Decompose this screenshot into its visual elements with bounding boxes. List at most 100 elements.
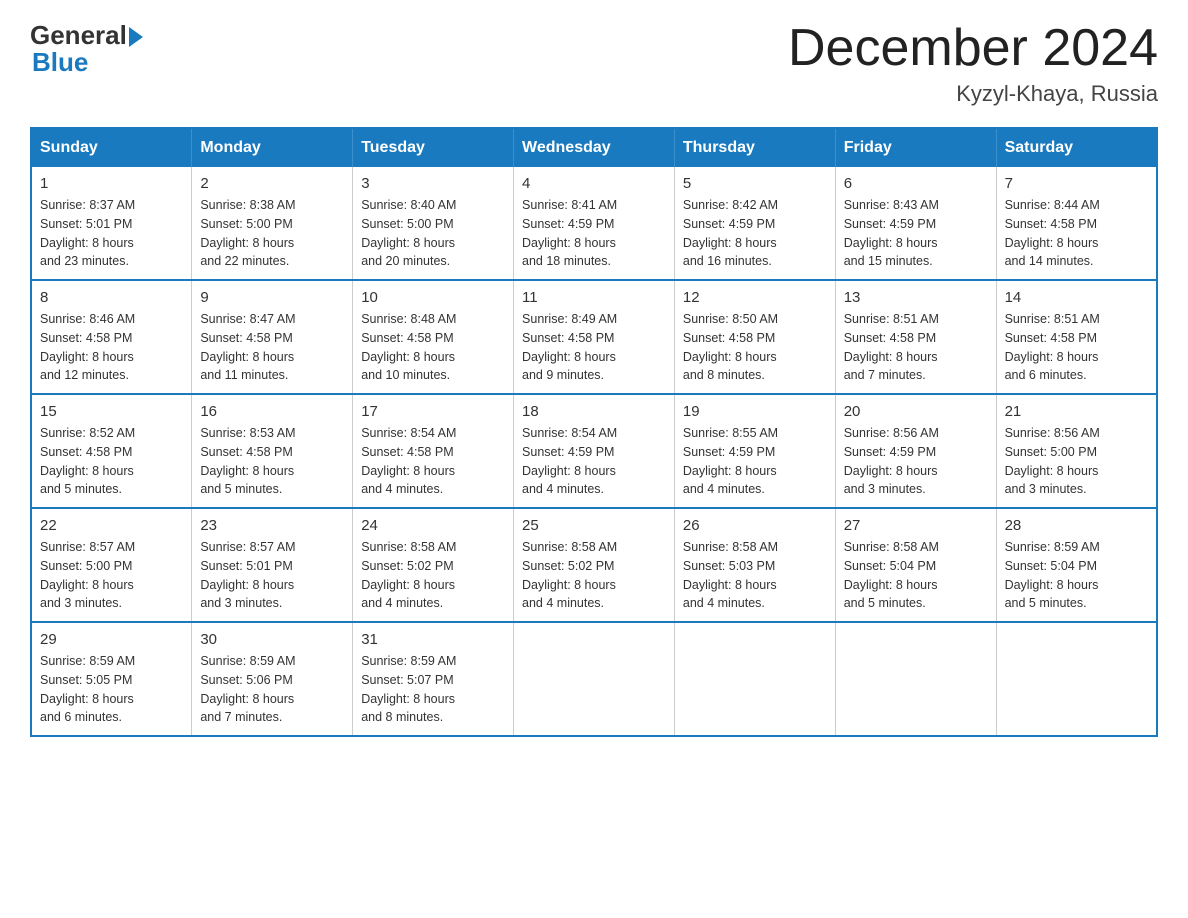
day-info: Sunrise: 8:58 AMSunset: 5:04 PMDaylight:…	[844, 538, 988, 613]
calendar-day-cell: 3 Sunrise: 8:40 AMSunset: 5:00 PMDaylight…	[353, 167, 514, 280]
calendar-day-cell: 13Sunrise: 8:51 AMSunset: 4:58 PMDayligh…	[835, 280, 996, 394]
calendar-day-header: Monday	[192, 128, 353, 167]
calendar-day-cell: 21 Sunrise: 8:56 AMSunset: 5:00 PMDayligh…	[996, 394, 1157, 508]
calendar-day-cell: 25 Sunrise: 8:58 AMSunset: 5:02 PMDayligh…	[514, 508, 675, 622]
calendar-day-cell: 1 Sunrise: 8:37 AMSunset: 5:01 PMDaylight…	[31, 167, 192, 280]
calendar-day-cell: 8Sunrise: 8:46 AMSunset: 4:58 PMDaylight…	[31, 280, 192, 394]
day-number: 16	[200, 403, 344, 420]
calendar-day-cell: 27 Sunrise: 8:58 AMSunset: 5:04 PMDayligh…	[835, 508, 996, 622]
day-info: Sunrise: 8:58 AMSunset: 5:03 PMDaylight:…	[683, 538, 827, 613]
calendar-day-cell: 17 Sunrise: 8:54 AMSunset: 4:58 PMDayligh…	[353, 394, 514, 508]
calendar-day-cell: 18Sunrise: 8:54 AMSunset: 4:59 PMDayligh…	[514, 394, 675, 508]
day-number: 21	[1005, 403, 1148, 420]
day-info: Sunrise: 8:48 AMSunset: 4:58 PMDaylight:…	[361, 310, 505, 385]
day-number: 29	[40, 631, 183, 648]
day-info: Sunrise: 8:42 AMSunset: 4:59 PMDaylight:…	[683, 196, 827, 271]
calendar-day-cell: 9Sunrise: 8:47 AMSunset: 4:58 PMDaylight…	[192, 280, 353, 394]
day-number: 1	[40, 175, 183, 192]
calendar-day-cell: 6Sunrise: 8:43 AMSunset: 4:59 PMDaylight…	[835, 167, 996, 280]
calendar-day-header: Tuesday	[353, 128, 514, 167]
calendar-week-row: 1 Sunrise: 8:37 AMSunset: 5:01 PMDaylight…	[31, 167, 1157, 280]
day-info: Sunrise: 8:59 AMSunset: 5:04 PMDaylight:…	[1005, 538, 1148, 613]
calendar-day-cell: 10 Sunrise: 8:48 AMSunset: 4:58 PMDayligh…	[353, 280, 514, 394]
calendar-day-cell: 7Sunrise: 8:44 AMSunset: 4:58 PMDaylight…	[996, 167, 1157, 280]
day-number: 12	[683, 289, 827, 306]
calendar-day-header: Thursday	[674, 128, 835, 167]
calendar-day-cell: 24 Sunrise: 8:58 AMSunset: 5:02 PMDayligh…	[353, 508, 514, 622]
calendar-day-cell: 26 Sunrise: 8:58 AMSunset: 5:03 PMDayligh…	[674, 508, 835, 622]
logo-arrow-icon	[129, 27, 143, 47]
day-info: Sunrise: 8:59 AMSunset: 5:06 PMDaylight:…	[200, 652, 344, 727]
calendar-day-header: Friday	[835, 128, 996, 167]
day-number: 30	[200, 631, 344, 648]
calendar-week-row: 29 Sunrise: 8:59 AMSunset: 5:05 PMDayligh…	[31, 622, 1157, 736]
calendar-day-cell: 2 Sunrise: 8:38 AMSunset: 5:00 PMDaylight…	[192, 167, 353, 280]
day-number: 10	[361, 289, 505, 306]
day-number: 5	[683, 175, 827, 192]
calendar-day-cell: 23 Sunrise: 8:57 AMSunset: 5:01 PMDayligh…	[192, 508, 353, 622]
day-info: Sunrise: 8:57 AMSunset: 5:01 PMDaylight:…	[200, 538, 344, 613]
day-number: 3	[361, 175, 505, 192]
day-info: Sunrise: 8:46 AMSunset: 4:58 PMDaylight:…	[40, 310, 183, 385]
day-number: 18	[522, 403, 666, 420]
day-number: 14	[1005, 289, 1148, 306]
day-info: Sunrise: 8:58 AMSunset: 5:02 PMDaylight:…	[361, 538, 505, 613]
title-section: December 2024 Kyzyl-Khaya, Russia	[788, 20, 1158, 107]
calendar-day-cell: 30 Sunrise: 8:59 AMSunset: 5:06 PMDayligh…	[192, 622, 353, 736]
day-info: Sunrise: 8:58 AMSunset: 5:02 PMDaylight:…	[522, 538, 666, 613]
calendar-week-row: 15Sunrise: 8:52 AMSunset: 4:58 PMDayligh…	[31, 394, 1157, 508]
day-number: 4	[522, 175, 666, 192]
day-info: Sunrise: 8:43 AMSunset: 4:59 PMDaylight:…	[844, 196, 988, 271]
day-number: 23	[200, 517, 344, 534]
day-info: Sunrise: 8:40 AMSunset: 5:00 PMDaylight:…	[361, 196, 505, 271]
calendar-day-cell: 4 Sunrise: 8:41 AMSunset: 4:59 PMDaylight…	[514, 167, 675, 280]
calendar-day-cell: 11 Sunrise: 8:49 AMSunset: 4:58 PMDayligh…	[514, 280, 675, 394]
day-number: 11	[522, 289, 666, 306]
calendar-week-row: 22 Sunrise: 8:57 AMSunset: 5:00 PMDayligh…	[31, 508, 1157, 622]
month-title: December 2024	[788, 20, 1158, 77]
day-info: Sunrise: 8:57 AMSunset: 5:00 PMDaylight:…	[40, 538, 183, 613]
calendar-day-cell: 15Sunrise: 8:52 AMSunset: 4:58 PMDayligh…	[31, 394, 192, 508]
day-number: 17	[361, 403, 505, 420]
day-info: Sunrise: 8:56 AMSunset: 5:00 PMDaylight:…	[1005, 424, 1148, 499]
day-info: Sunrise: 8:53 AMSunset: 4:58 PMDaylight:…	[200, 424, 344, 499]
calendar-day-header: Wednesday	[514, 128, 675, 167]
day-number: 26	[683, 517, 827, 534]
calendar-day-cell: 20Sunrise: 8:56 AMSunset: 4:59 PMDayligh…	[835, 394, 996, 508]
logo-blue-text: Blue	[30, 47, 88, 78]
day-info: Sunrise: 8:49 AMSunset: 4:58 PMDaylight:…	[522, 310, 666, 385]
day-info: Sunrise: 8:38 AMSunset: 5:00 PMDaylight:…	[200, 196, 344, 271]
calendar-day-header: Sunday	[31, 128, 192, 167]
day-info: Sunrise: 8:41 AMSunset: 4:59 PMDaylight:…	[522, 196, 666, 271]
calendar-day-cell: 28 Sunrise: 8:59 AMSunset: 5:04 PMDayligh…	[996, 508, 1157, 622]
calendar-day-cell: 14 Sunrise: 8:51 AMSunset: 4:58 PMDayligh…	[996, 280, 1157, 394]
calendar-day-cell	[996, 622, 1157, 736]
logo: General Blue	[30, 20, 143, 78]
day-number: 15	[40, 403, 183, 420]
calendar-day-cell	[835, 622, 996, 736]
day-info: Sunrise: 8:44 AMSunset: 4:58 PMDaylight:…	[1005, 196, 1148, 271]
location-text: Kyzyl-Khaya, Russia	[788, 81, 1158, 107]
calendar-day-cell: 5 Sunrise: 8:42 AMSunset: 4:59 PMDaylight…	[674, 167, 835, 280]
day-info: Sunrise: 8:59 AMSunset: 5:07 PMDaylight:…	[361, 652, 505, 727]
day-info: Sunrise: 8:47 AMSunset: 4:58 PMDaylight:…	[200, 310, 344, 385]
page-header: General Blue December 2024 Kyzyl-Khaya, …	[30, 20, 1158, 107]
day-info: Sunrise: 8:51 AMSunset: 4:58 PMDaylight:…	[1005, 310, 1148, 385]
day-info: Sunrise: 8:37 AMSunset: 5:01 PMDaylight:…	[40, 196, 183, 271]
calendar-table: SundayMondayTuesdayWednesdayThursdayFrid…	[30, 127, 1158, 737]
day-number: 27	[844, 517, 988, 534]
day-info: Sunrise: 8:50 AMSunset: 4:58 PMDaylight:…	[683, 310, 827, 385]
day-number: 2	[200, 175, 344, 192]
day-info: Sunrise: 8:55 AMSunset: 4:59 PMDaylight:…	[683, 424, 827, 499]
day-number: 22	[40, 517, 183, 534]
day-info: Sunrise: 8:54 AMSunset: 4:58 PMDaylight:…	[361, 424, 505, 499]
calendar-day-cell	[514, 622, 675, 736]
day-info: Sunrise: 8:59 AMSunset: 5:05 PMDaylight:…	[40, 652, 183, 727]
day-number: 25	[522, 517, 666, 534]
day-info: Sunrise: 8:56 AMSunset: 4:59 PMDaylight:…	[844, 424, 988, 499]
calendar-day-cell	[674, 622, 835, 736]
day-number: 24	[361, 517, 505, 534]
calendar-day-cell: 16 Sunrise: 8:53 AMSunset: 4:58 PMDayligh…	[192, 394, 353, 508]
day-number: 13	[844, 289, 988, 306]
day-number: 28	[1005, 517, 1148, 534]
